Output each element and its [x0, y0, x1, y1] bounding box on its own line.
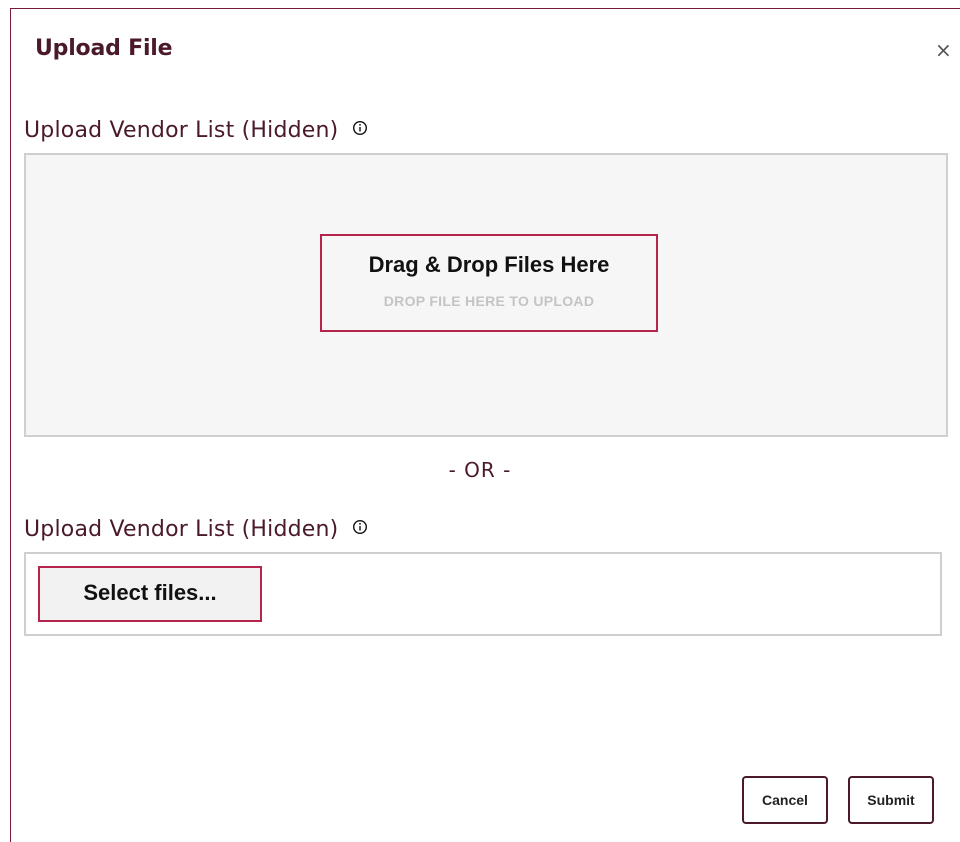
dialog-title: Upload File — [35, 36, 173, 61]
info-icon[interactable] — [352, 117, 368, 142]
dropzone-title: Drag & Drop Files Here — [368, 252, 610, 277]
info-circle-icon — [352, 120, 367, 136]
drop-target-area[interactable]: Drag & Drop Files Here DROP FILE HERE TO… — [320, 234, 658, 332]
info-icon[interactable] — [352, 516, 368, 541]
cancel-button[interactable]: Cancel — [742, 776, 828, 824]
select-vendor-list-label: Upload Vendor List (Hidden) — [24, 517, 368, 542]
close-icon[interactable]: × — [935, 40, 952, 60]
info-circle-icon — [352, 519, 367, 535]
dropzone-subtitle: DROP FILE HERE TO UPLOAD — [383, 293, 595, 309]
upload-vendor-list-label: Upload Vendor List (Hidden) — [24, 118, 368, 143]
select-files-button[interactable]: Select files... — [38, 566, 262, 622]
or-divider: - OR - — [448, 458, 512, 482]
upload-vendor-list-label-text: Upload Vendor List (Hidden) — [24, 118, 339, 143]
submit-button[interactable]: Submit — [848, 776, 934, 824]
select-vendor-list-label-text: Upload Vendor List (Hidden) — [24, 517, 339, 542]
